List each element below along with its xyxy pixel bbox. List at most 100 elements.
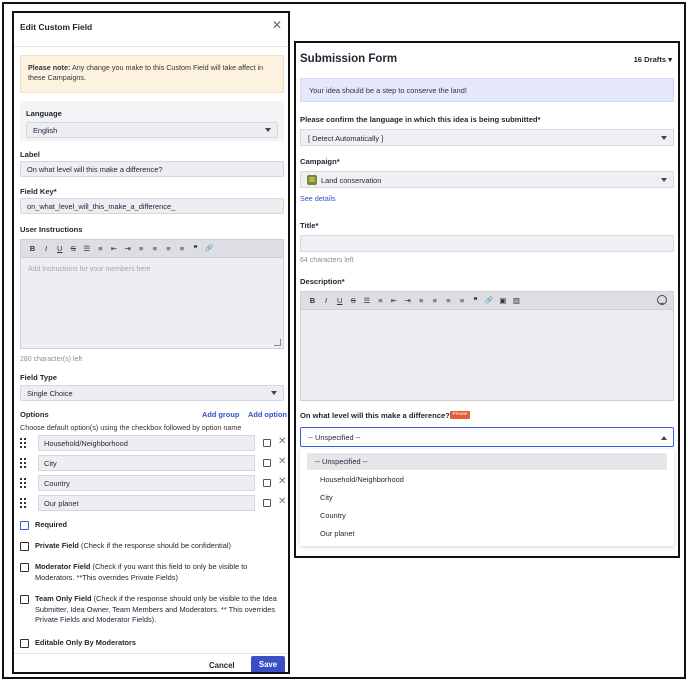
required-checkbox[interactable] — [20, 521, 29, 530]
close-icon[interactable]: ✕ — [272, 19, 282, 31]
field-key-label: Field Key* — [20, 187, 57, 196]
indent-icon[interactable]: ⇥ — [122, 244, 133, 254]
description-toolbar: B I U S ☰ ≡ ⇤ ⇥ ≡ ≡ ≡ ≡ ❞ 🔗 ▣ ▨ — [300, 291, 674, 309]
option-default-checkbox[interactable] — [263, 459, 271, 467]
remove-option-icon[interactable]: ✕ — [278, 436, 286, 448]
campaign-label: Campaign* — [300, 157, 340, 166]
indent-icon[interactable]: ⇥ — [402, 296, 413, 306]
cancel-button[interactable]: Cancel — [209, 661, 235, 670]
bold-icon[interactable]: B — [27, 244, 38, 254]
align-left-icon[interactable]: ≡ — [136, 244, 147, 254]
dropdown-option[interactable]: Household/Neighborhood — [307, 471, 667, 488]
save-button[interactable]: Save — [251, 656, 285, 672]
underline-icon[interactable]: U — [334, 296, 345, 306]
quote-icon[interactable]: ❞ — [190, 244, 201, 254]
drag-handle-icon[interactable] — [20, 498, 26, 508]
title-input[interactable] — [300, 235, 674, 252]
quote-icon[interactable]: ❞ — [470, 296, 481, 306]
dropdown-option[interactable]: City — [307, 489, 667, 506]
align-justify-icon[interactable]: ≡ — [177, 244, 188, 254]
remove-option-icon[interactable]: ✕ — [278, 476, 286, 488]
submission-language-select[interactable]: [ Detect Automatically ] — [300, 129, 674, 146]
option-input[interactable]: Our planet — [38, 495, 255, 511]
language-value: English — [33, 126, 58, 135]
instructions-toolbar: B I U S ☰ ≡ ⇤ ⇥ ≡ ≡ ≡ ≡ ❞ 🔗 — [20, 239, 284, 257]
drag-handle-icon[interactable] — [20, 478, 26, 488]
options-help-text: Choose default option(s) using the check… — [20, 423, 242, 432]
align-center-icon[interactable]: ≡ — [149, 244, 160, 254]
chevron-down-icon — [661, 136, 667, 140]
field-key-value: on_what_level_will_this_make_a_differenc… — [27, 202, 176, 211]
see-details-link[interactable]: See details — [300, 194, 336, 203]
option-input[interactable]: Country — [38, 475, 255, 491]
instructions-placeholder: Add instructions for your members here — [28, 266, 151, 273]
align-right-icon[interactable]: ≡ — [163, 244, 174, 254]
option-default-checkbox[interactable] — [263, 479, 271, 487]
submission-language-value: [ Detect Automatically ] — [308, 134, 384, 143]
dropdown-option[interactable]: -- Unspecified -- — [307, 453, 667, 470]
dropdown-option[interactable]: Our planet — [307, 525, 667, 542]
description-editor[interactable] — [300, 309, 674, 401]
underline-icon[interactable]: U — [54, 244, 65, 254]
remove-option-icon[interactable]: ✕ — [278, 496, 286, 508]
moderator-field-title: Moderator Field — [35, 562, 91, 571]
link-icon[interactable]: 🔗 — [204, 244, 215, 254]
private-field-desc: (Check if the response should be confide… — [78, 541, 231, 550]
level-dropdown: -- Unspecified -- Household/Neighborhood… — [300, 449, 674, 546]
option-default-checkbox[interactable] — [263, 439, 271, 447]
option-row: Household/Neighborhood ✕ — [20, 435, 288, 451]
campaign-logo-icon — [307, 175, 317, 185]
campaign-select[interactable]: Land conservation — [300, 171, 674, 188]
level-select[interactable]: -- Unspecified -- — [300, 427, 674, 447]
instructions-char-count: 280 character(s) left — [20, 356, 83, 363]
strikethrough-icon[interactable]: S — [68, 244, 79, 254]
field-type-select[interactable]: Single Choice — [20, 385, 284, 401]
instructions-editor[interactable]: Add instructions for your members here — [20, 257, 284, 349]
bullet-list-icon[interactable]: ☰ — [81, 244, 92, 254]
option-default-checkbox[interactable] — [263, 499, 271, 507]
drag-handle-icon[interactable] — [20, 458, 26, 468]
strikethrough-icon[interactable]: S — [348, 296, 359, 306]
option-input[interactable]: Household/Neighborhood — [38, 435, 255, 451]
link-icon[interactable]: 🔗 — [484, 296, 495, 306]
numbered-list-icon[interactable]: ≡ — [95, 244, 106, 254]
label-input[interactable]: On what level will this make a differenc… — [20, 161, 284, 177]
drafts-dropdown[interactable]: 16 Drafts ▾ — [634, 55, 672, 64]
video-icon[interactable]: ▣ — [497, 296, 508, 306]
private-field-checkbox[interactable] — [20, 542, 29, 551]
header-divider — [14, 46, 288, 47]
dropdown-option[interactable]: Country — [307, 507, 667, 524]
label-field-label: Label — [20, 150, 40, 159]
team-only-field-checkbox[interactable] — [20, 595, 29, 604]
modal-title: Edit Custom Field — [20, 22, 93, 32]
outdent-icon[interactable]: ⇤ — [109, 244, 120, 254]
bullet-list-icon[interactable]: ☰ — [361, 296, 372, 306]
add-option-link[interactable]: Add option — [248, 410, 287, 419]
emoji-icon[interactable] — [657, 295, 667, 305]
drag-handle-icon[interactable] — [20, 438, 26, 448]
align-right-icon[interactable]: ≡ — [443, 296, 454, 306]
outdent-icon[interactable]: ⇤ — [389, 296, 400, 306]
bold-icon[interactable]: B — [307, 296, 318, 306]
align-justify-icon[interactable]: ≡ — [457, 296, 468, 306]
numbered-list-icon[interactable]: ≡ — [375, 296, 386, 306]
moderator-field-option: Moderator Field (Check if you want this … — [20, 562, 286, 584]
field-type-value: Single Choice — [27, 389, 73, 398]
level-question-label: On what level will this make a differenc… — [300, 411, 453, 420]
field-key-input[interactable]: on_what_level_will_this_make_a_differenc… — [20, 198, 284, 214]
image-icon[interactable]: ▨ — [511, 296, 522, 306]
option-input[interactable]: City — [38, 455, 255, 471]
italic-icon[interactable]: I — [41, 244, 52, 254]
resize-handle-icon[interactable] — [274, 339, 281, 346]
editable-by-moderators-checkbox[interactable] — [20, 639, 29, 648]
form-title: Submission Form — [300, 53, 398, 65]
required-option: Required — [20, 520, 286, 532]
moderator-field-checkbox[interactable] — [20, 563, 29, 572]
remove-option-icon[interactable]: ✕ — [278, 456, 286, 468]
add-group-link[interactable]: Add group — [202, 410, 239, 419]
language-select[interactable]: English — [26, 122, 278, 138]
title-char-count: 64 characters left — [300, 257, 354, 264]
italic-icon[interactable]: I — [321, 296, 332, 306]
align-center-icon[interactable]: ≡ — [429, 296, 440, 306]
align-left-icon[interactable]: ≡ — [416, 296, 427, 306]
